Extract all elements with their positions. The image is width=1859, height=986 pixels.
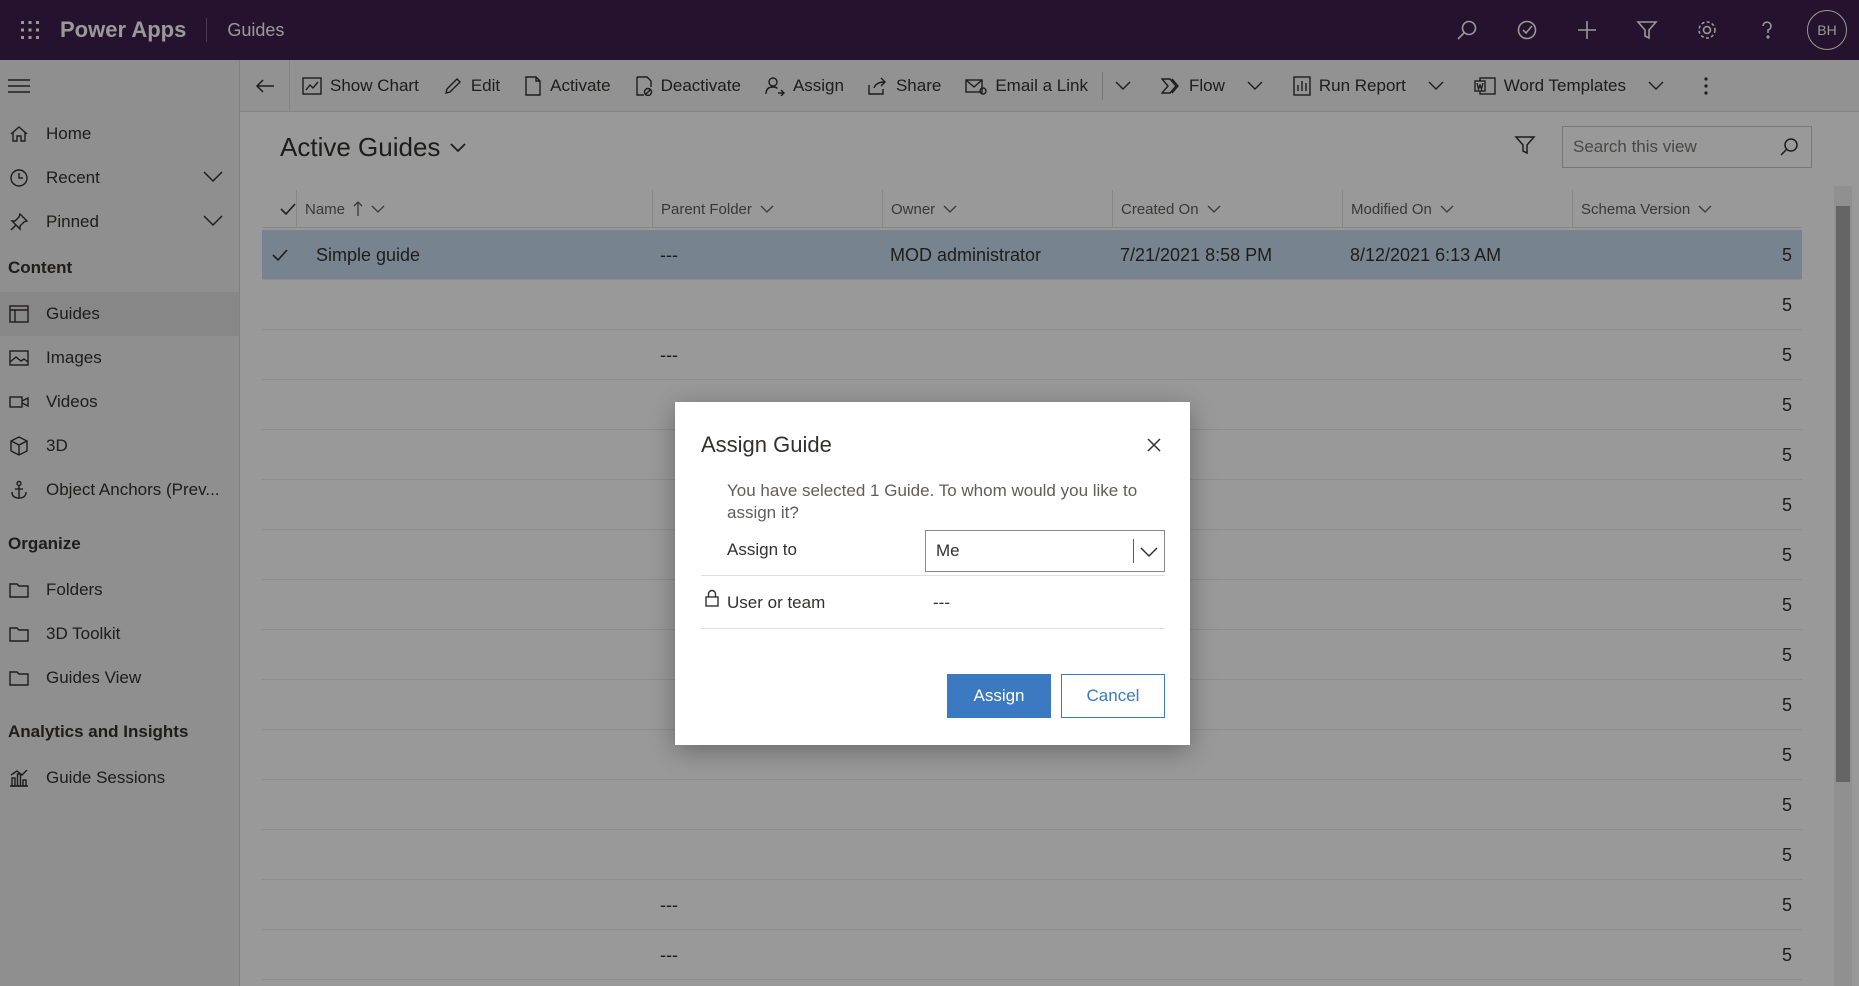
assign-to-row: Assign to Me [701, 526, 1165, 576]
user-team-row: User or team --- [701, 577, 1165, 629]
dialog-title: Assign Guide [701, 432, 832, 457]
assign-guide-dialog: Assign Guide You have selected 1 Guide. … [675, 402, 1190, 745]
user-team-value[interactable]: --- [933, 593, 950, 613]
chevron-down-icon [1140, 543, 1158, 563]
user-team-label: User or team [727, 593, 826, 612]
assign-confirm-button[interactable]: Assign [947, 674, 1051, 718]
divider [1133, 539, 1134, 563]
assign-to-select[interactable]: Me [925, 530, 1165, 572]
cancel-button[interactable]: Cancel [1061, 674, 1165, 718]
dialog-message: You have selected 1 Guide. To whom would… [727, 481, 1138, 522]
lock-icon [705, 589, 719, 612]
assign-to-label: Assign to [727, 540, 797, 559]
assign-to-value: Me [936, 541, 960, 560]
close-icon[interactable] [1139, 430, 1169, 460]
